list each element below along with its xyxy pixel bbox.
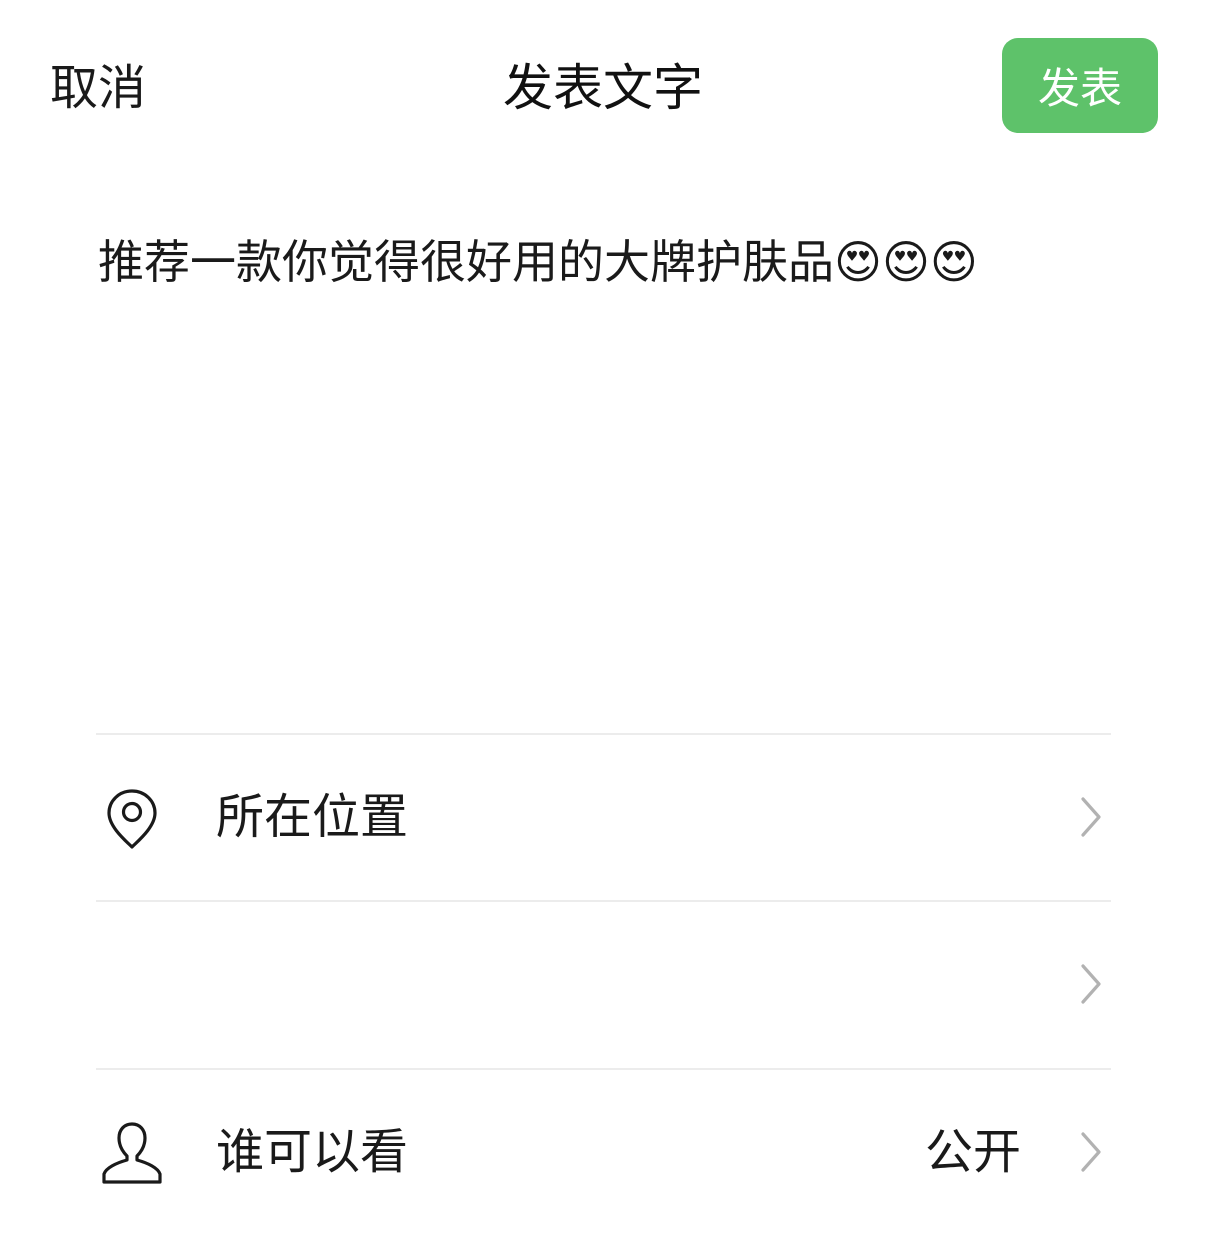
- chevron-right-icon: [1081, 964, 1101, 1004]
- visibility-value: 公开: [924, 1124, 1021, 1180]
- location-row[interactable]: 所在位置: [96, 735, 1111, 899]
- person-icon: [102, 1122, 162, 1184]
- publish-button[interactable]: 发表: [1002, 38, 1158, 133]
- location-label: 所在位置: [216, 789, 409, 845]
- top-navigation-bar: 取消 发表文字 发表: [0, 0, 1206, 175]
- chevron-right-icon: [1081, 797, 1101, 837]
- location-pin-icon: [107, 789, 157, 849]
- blank-option-row[interactable]: [96, 902, 1111, 1066]
- chevron-right-icon: [1081, 1132, 1101, 1172]
- post-text-input[interactable]: 推荐一款你觉得很好用的大牌护肤品😍😍😍: [98, 230, 1108, 690]
- visibility-label: 谁可以看: [216, 1124, 409, 1180]
- visibility-row[interactable]: 谁可以看 公开: [96, 1070, 1111, 1234]
